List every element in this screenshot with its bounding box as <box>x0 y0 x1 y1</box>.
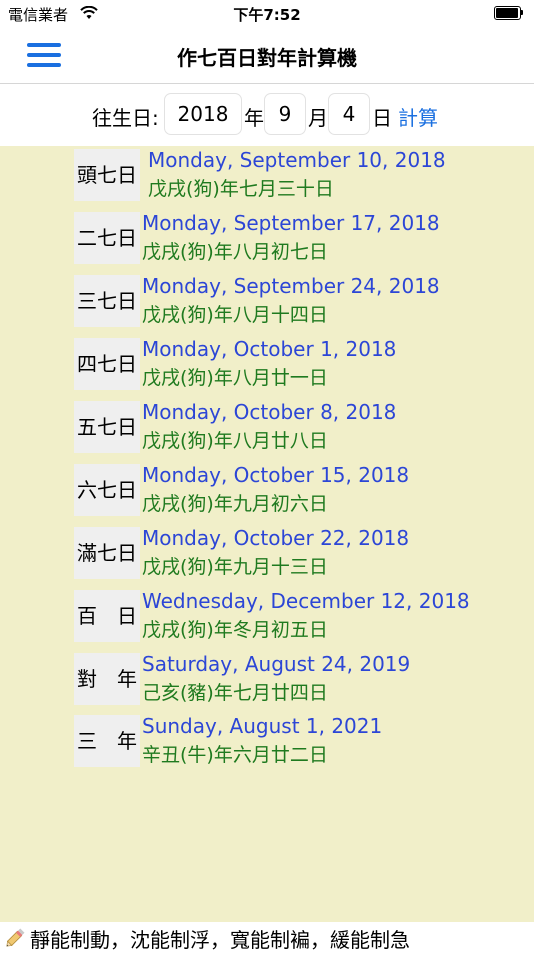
result-label: 四七日 <box>74 338 140 390</box>
result-label: 頭七日 <box>74 149 140 201</box>
month-input[interactable] <box>264 93 306 135</box>
result-lunar-date: 戊戌(狗)年八月初七日 <box>142 241 328 263</box>
result-row: 三 年 Sunday, August 1, 2021 辛丑(牛)年六月廿二日 <box>0 712 534 768</box>
result-row: 五七日 Monday, October 8, 2018 戊戌(狗)年八月廿八日 <box>0 398 534 454</box>
result-row: 百 日 Wednesday, December 12, 2018 戊戌(狗)年冬… <box>0 587 534 643</box>
result-lunar-date: 戊戌(狗)年九月十三日 <box>142 556 328 578</box>
calculate-button[interactable]: 計算 <box>398 102 438 131</box>
result-row: 二七日 Monday, September 17, 2018 戊戌(狗)年八月初… <box>0 209 534 265</box>
footer-quote: 靜能制動，沈能制浮，寬能制褊，緩能制急 <box>30 928 410 952</box>
result-date: Sunday, August 1, 2021 <box>142 714 383 738</box>
birth-date-label: 往生日: <box>92 106 159 130</box>
result-lunar-date: 己亥(豬)年七月廿四日 <box>142 682 328 704</box>
result-date: Monday, October 15, 2018 <box>142 463 410 487</box>
result-date: Monday, October 22, 2018 <box>142 526 410 550</box>
result-date: Monday, September 17, 2018 <box>142 211 440 235</box>
result-row: 六七日 Monday, October 15, 2018 戊戌(狗)年九月初六日 <box>0 461 534 517</box>
result-label: 三七日 <box>74 275 140 327</box>
result-row: 對 年 Saturday, August 24, 2019 己亥(豬)年七月廿四… <box>0 650 534 706</box>
result-row: 三七日 Monday, September 24, 2018 戊戌(狗)年八月十… <box>0 272 534 328</box>
result-label: 滿七日 <box>74 527 140 579</box>
page-title: 作七百日對年計算機 <box>177 46 357 70</box>
result-date: Saturday, August 24, 2019 <box>142 652 411 676</box>
result-lunar-date: 戊戌(狗)年九月初六日 <box>142 493 328 515</box>
result-label: 五七日 <box>74 401 140 453</box>
result-lunar-date: 戊戌(狗)年七月三十日 <box>148 178 334 200</box>
result-lunar-date: 戊戌(狗)年八月廿一日 <box>142 367 328 389</box>
result-lunar-date: 戊戌(狗)年冬月初五日 <box>142 619 328 641</box>
day-unit-label: 日 <box>372 106 392 130</box>
result-date: Monday, October 1, 2018 <box>142 337 397 361</box>
result-date: Wednesday, December 12, 2018 <box>142 589 470 613</box>
day-input[interactable] <box>328 93 370 135</box>
year-unit-label: 年 <box>244 106 264 130</box>
battery-icon <box>494 6 524 20</box>
status-time: 下午7:52 <box>233 6 301 24</box>
pencil-icon <box>6 928 25 947</box>
year-input[interactable] <box>164 93 242 135</box>
result-label: 三 年 <box>74 715 140 767</box>
birth-date-input-row: 往生日: 年 月 日 計算 <box>0 84 534 146</box>
navigation-bar: 作七百日對年計算機 <box>0 28 534 84</box>
result-date: Monday, September 24, 2018 <box>142 274 440 298</box>
status-bar: 電信業者 下午7:52 <box>0 0 534 28</box>
result-lunar-date: 戊戌(狗)年八月十四日 <box>142 304 328 326</box>
results-list: 頭七日 Monday, September 10, 2018 戊戌(狗)年七月三… <box>0 146 534 922</box>
result-row: 頭七日 Monday, September 10, 2018 戊戌(狗)年七月三… <box>0 146 534 202</box>
result-label: 對 年 <box>74 653 140 705</box>
result-label: 六七日 <box>74 464 140 516</box>
result-date: Monday, September 10, 2018 <box>148 148 446 172</box>
result-label: 二七日 <box>74 212 140 264</box>
result-row: 滿七日 Monday, October 22, 2018 戊戌(狗)年九月十三日 <box>0 524 534 580</box>
month-unit-label: 月 <box>308 106 328 130</box>
result-date: Monday, October 8, 2018 <box>142 400 397 424</box>
result-row: 四七日 Monday, October 1, 2018 戊戌(狗)年八月廿一日 <box>0 335 534 391</box>
result-lunar-date: 戊戌(狗)年八月廿八日 <box>142 430 328 452</box>
result-label: 百 日 <box>74 590 140 642</box>
result-lunar-date: 辛丑(牛)年六月廿二日 <box>142 744 328 766</box>
footer-quote-bar: 靜能制動，沈能制浮，寬能制褊，緩能制急 <box>0 922 534 952</box>
